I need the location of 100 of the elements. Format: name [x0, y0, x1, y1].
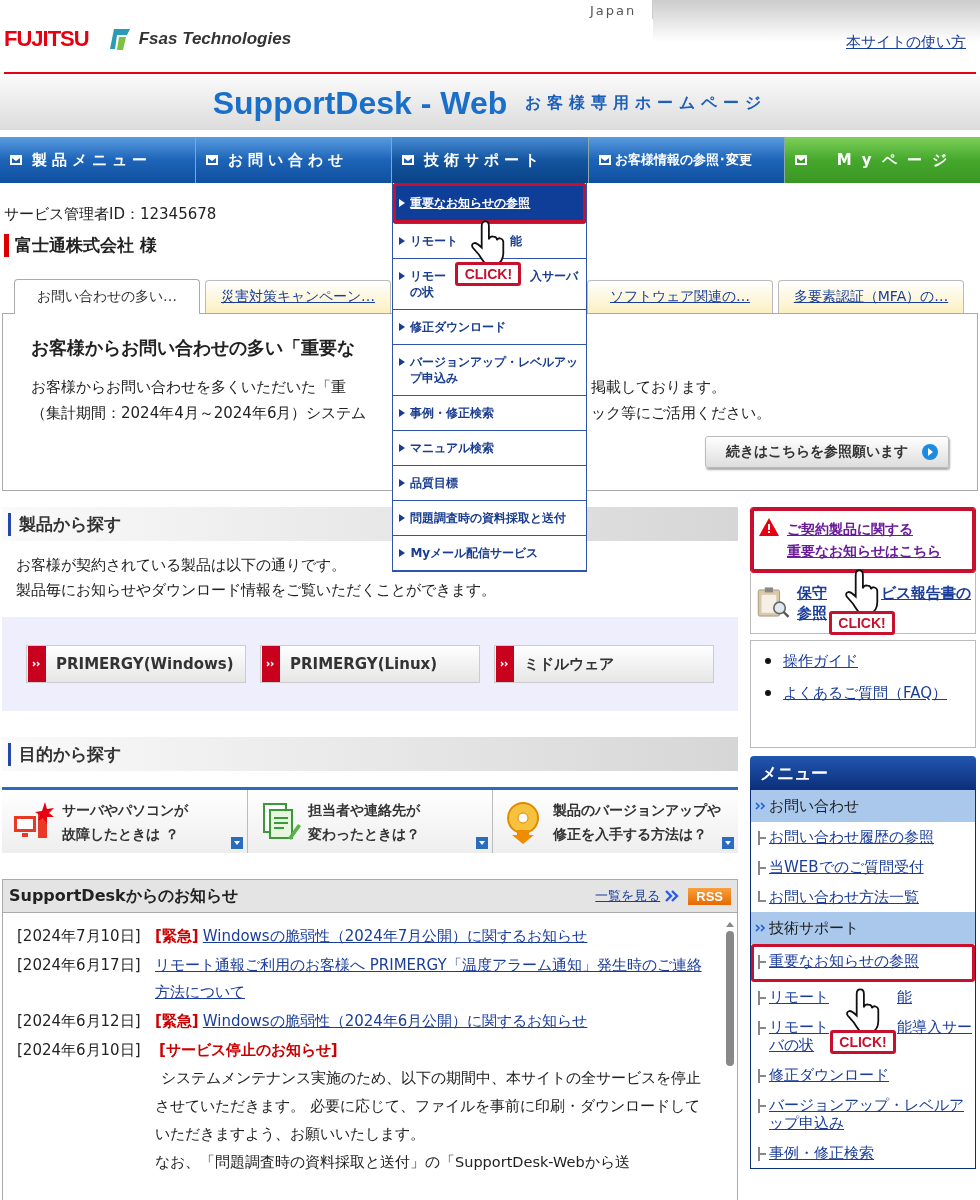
triangle-icon [399, 237, 406, 245]
tab[interactable]: ソフトウェア関連の… [587, 280, 773, 313]
triangle-icon [399, 479, 406, 487]
section-title: 製品から探す [8, 512, 121, 536]
click-label: CLICK! [830, 1030, 896, 1054]
envelope-icon [402, 155, 415, 165]
menu-link[interactable]: 当WEBでのご質問受付 [769, 858, 924, 876]
dropdown-item[interactable]: マニュアル検索 [393, 431, 587, 466]
purpose-text: 変わったときは？ [307, 824, 420, 844]
tree-branch-icon [757, 860, 767, 876]
nav-tab[interactable]: お問い合わせ [196, 137, 392, 183]
chevron-icon [28, 646, 46, 682]
news-tag: [緊急] [155, 927, 199, 945]
guide-link[interactable]: よくあるご質問（FAQ） [783, 681, 948, 705]
panel-text: 掲載しております。 [591, 377, 726, 398]
nav-tab[interactable]: お客様情報の参照･変更 [588, 137, 784, 183]
news-body: システムメンテナンス実施のため、以下の期間中、本サイトの全サービスを停止させていただきます。 必要に応じて、ファイルを事前に印刷・ダウンロードしていただきますよう、お願いいたします。 [155, 1068, 702, 1145]
menu-link[interactable]: バの状 [769, 1036, 814, 1054]
panel-text: ック等にご活用ください。 [591, 403, 771, 424]
double-chevron-icon [664, 889, 681, 903]
tree-branch-icon [757, 830, 767, 846]
admin-id: サービス管理者ID：12345678 [4, 205, 218, 224]
dropdown-item[interactable]: 問題調査時の資料採取と送付 [393, 501, 587, 536]
envelope-icon [794, 155, 807, 165]
news-date: [2024年6月12日] [17, 1011, 142, 1032]
news-date: [2024年7月10日] [17, 926, 142, 947]
purpose-card[interactable]: 担当者や連絡先が 変わったときは？ [247, 790, 493, 853]
news-tag: [サービス停止のお知らせ] [155, 1037, 338, 1064]
product-button[interactable]: PRIMERGY(Linux) [260, 645, 480, 683]
purpose-card[interactable]: サーバやパソコンが 故障したときは ？ [2, 790, 247, 853]
chevron-icon [496, 646, 514, 682]
help-link[interactable]: 本サイトの使い方 [846, 33, 966, 52]
tab[interactable]: 災害対策キャンペーン… [205, 280, 391, 313]
dropdown-item[interactable]: Myメール配信サービス [393, 536, 587, 571]
scroll-up-icon[interactable] [726, 921, 734, 927]
double-chevron-icon [755, 802, 767, 810]
menu-link[interactable]: お問い合わせ方法一覧 [769, 888, 919, 906]
purpose-text: 製品のバージョンアップや [553, 800, 722, 820]
chevron-icon [262, 646, 280, 682]
news-link[interactable]: Windowsの脆弱性（2024年7月公開）に関するお知らせ [202, 927, 588, 945]
purpose-text: サーバやパソコンが [62, 800, 188, 820]
dropdown-item[interactable]: 事例・修正検索 [393, 396, 587, 431]
product-button[interactable]: ミドルウェア [494, 645, 714, 683]
triangle-icon [399, 272, 406, 280]
tree-branch-icon [757, 1068, 767, 1084]
triangle-icon [399, 199, 406, 207]
news-link[interactable]: リモート通報ご利用のお客様へ PRIMERGY「温度アラーム通知」発生時のご連絡方法について [155, 952, 710, 1006]
menu-link[interactable]: 修正ダウンロード [769, 1066, 889, 1084]
news-body: なお、「問題調査時の資料採取と送付」の「SupportDesk-Webから送 [155, 1153, 630, 1172]
section-title: 目的から探す [8, 742, 121, 766]
dropdown-item[interactable]: 品質目標 [393, 466, 587, 501]
panel-text: （集計期間：2024年4月～2024年6月）システム [31, 403, 367, 424]
bullet-icon [765, 690, 771, 696]
arrow-circle-icon [922, 444, 938, 460]
menu-section-title: お問い合わせ [769, 796, 859, 816]
read-more-button[interactable]: 続きはこちらを参照願います [705, 436, 949, 468]
warning-icon [759, 518, 779, 536]
dropdown-item[interactable]: リモート 能 [393, 224, 587, 259]
double-chevron-icon [755, 924, 767, 932]
tree-branch-icon [757, 1146, 767, 1162]
tab[interactable]: 多要素認証（MFA）の… [778, 280, 964, 313]
triangle-icon [399, 514, 406, 522]
triangle-icon [399, 323, 406, 331]
news-tag: [緊急] [155, 1012, 199, 1030]
click-label: CLICK! [829, 611, 895, 635]
envelope-icon [598, 155, 611, 165]
site-subtitle: お客様専用ホームページ [525, 92, 768, 114]
news-link[interactable]: Windowsの脆弱性（2024年6月公開）に関するお知らせ [202, 1012, 588, 1030]
menu-title: メニュー [760, 761, 828, 785]
menu-link[interactable]: お問い合わせ履歴の参照 [769, 828, 934, 846]
products-text: 製品毎にお知らせやダウンロード情報をご覧いただくことができます。 [16, 580, 496, 601]
dropdown-item[interactable]: 修正ダウンロード [393, 310, 587, 345]
panel-text: お客様からお問い合わせを多くいただいた「重 [31, 377, 346, 398]
purpose-card[interactable]: 製品のバージョンアップや 修正を入手する方法は？ [493, 790, 738, 853]
purpose-text: 修正を入手する方法は？ [553, 824, 708, 844]
purpose-text: 故障したときは ？ [62, 824, 179, 844]
dropdown-item[interactable]: バージョンアップ・レベルアップ申込み [393, 345, 587, 396]
nav-tab[interactable]: 技術サポート [392, 137, 588, 183]
click-label: CLICK! [455, 262, 522, 286]
tree-branch-icon [757, 954, 767, 970]
product-button[interactable]: PRIMERGY(Windows) [26, 645, 246, 683]
site-title: SupportDesk - Web [212, 84, 508, 122]
products-text: お客様が契約されている製品は以下の通りです。 [16, 555, 346, 576]
news-title: SupportDeskからのお知らせ [9, 885, 239, 907]
tree-branch-icon [757, 1098, 767, 1114]
bullet-icon [765, 658, 771, 664]
triangle-icon [399, 444, 406, 452]
triangle-icon [399, 549, 406, 557]
menu-link[interactable]: 重要なお知らせの参照 [769, 952, 919, 970]
brand-logo: Fsas Technologies [138, 29, 292, 49]
menu-link[interactable]: 事例・修正検索 [769, 1144, 874, 1162]
fujitsu-logo: FUJITSU [4, 26, 89, 52]
purpose-text: 担当者や連絡先が [307, 800, 420, 820]
tree-branch-icon [757, 990, 767, 1006]
guide-link[interactable]: 操作ガイド [783, 649, 858, 673]
nav-tab[interactable]: 製品メニュー [0, 137, 196, 183]
view-all-link[interactable]: 一覧を見る [595, 887, 661, 905]
menu-section-title: 技術サポート [769, 918, 859, 938]
tab[interactable]: お問い合わせの多い… [14, 279, 200, 314]
menu-link[interactable]: バージョンアップ・レベルアップ申込み [769, 1096, 971, 1132]
